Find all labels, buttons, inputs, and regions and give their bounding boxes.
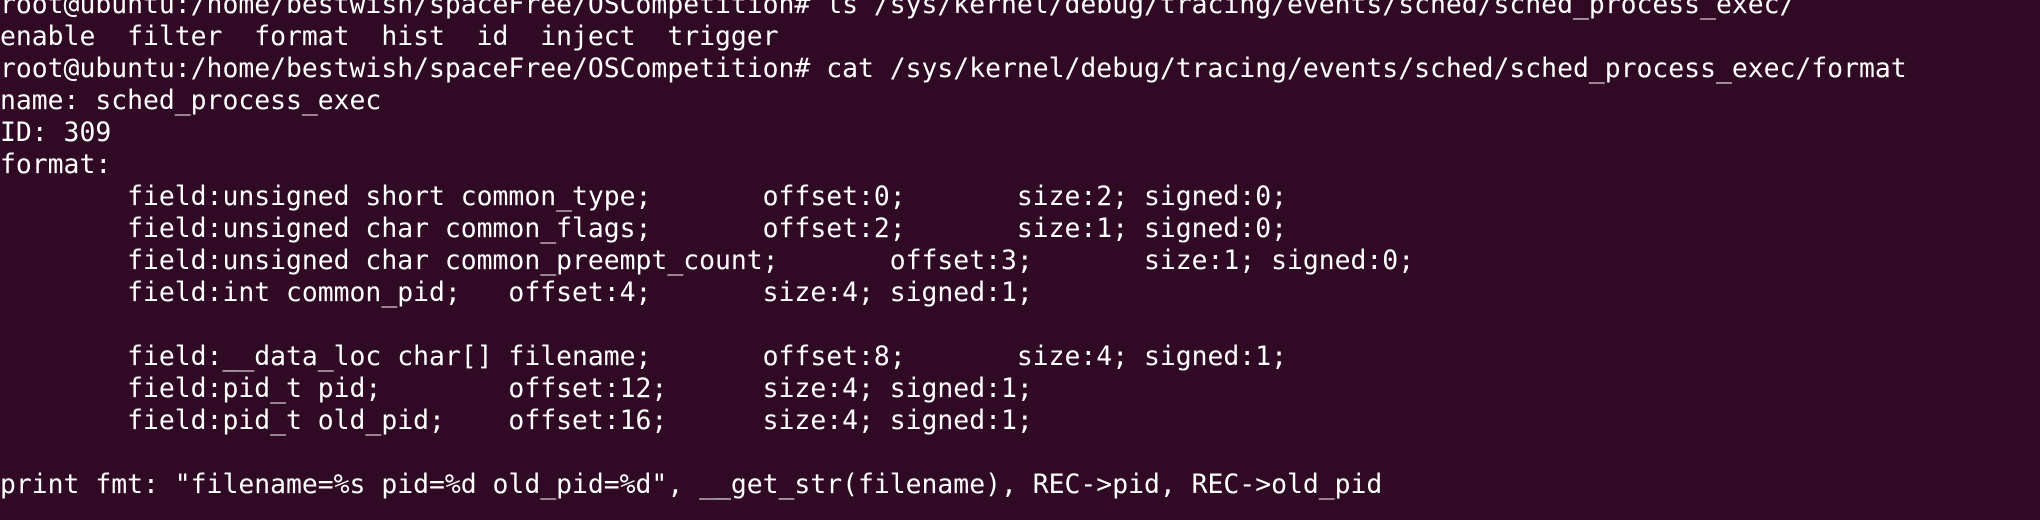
terminal-window[interactable]: root@ubuntu:/home/bestwish/spaceFree/OSC… (0, 0, 2040, 520)
terminal-line-cat-command: root@ubuntu:/home/bestwish/spaceFree/OSC… (0, 53, 1907, 84)
terminal-line-format-header: format: (0, 149, 112, 180)
terminal-line-ls-command: root@ubuntu:/home/bestwish/spaceFree/OSC… (0, 0, 1796, 20)
terminal-line-id: ID: 309 (0, 117, 112, 148)
terminal-line-field-filename: field:__data_loc char[] filename; offset… (0, 341, 1287, 372)
terminal-line-field-old-pid: field:pid_t old_pid; offset:16; size:4; … (0, 405, 1033, 436)
terminal-line-field-common-preempt-count: field:unsigned char common_preempt_count… (0, 245, 1415, 276)
terminal-line-ls-output: enable filter format hist id inject trig… (0, 21, 779, 52)
terminal-line-print-fmt: print fmt: "filename=%s pid=%d old_pid=%… (0, 469, 1383, 500)
terminal-line-field-pid: field:pid_t pid; offset:12; size:4; sign… (0, 373, 1033, 404)
terminal-line-field-common-pid: field:int common_pid; offset:4; size:4; … (0, 277, 1033, 308)
terminal-line-field-common-flags: field:unsigned char common_flags; offset… (0, 213, 1287, 244)
terminal-output: root@ubuntu:/home/bestwish/spaceFree/OSC… (0, 0, 1907, 501)
terminal-line-name: name: sched_process_exec (0, 85, 382, 116)
terminal-line-field-common-type: field:unsigned short common_type; offset… (0, 181, 1287, 212)
